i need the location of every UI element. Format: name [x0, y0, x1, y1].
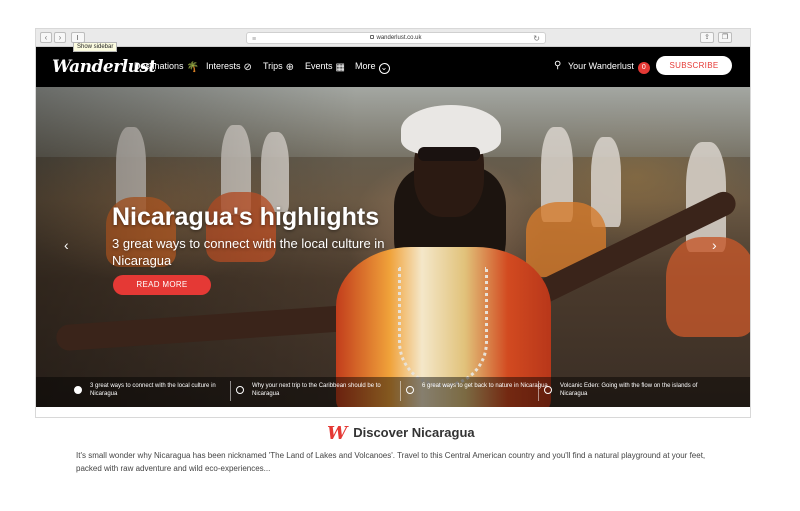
- divider: [400, 381, 401, 401]
- carousel-slide-4[interactable]: Volcanic Eden: Going with the flow on th…: [538, 381, 724, 403]
- calendar-icon: ▦: [335, 62, 345, 73]
- lock-icon: [370, 35, 375, 40]
- slide-indicator: [544, 386, 552, 394]
- carousel-slide-strip: 3 great ways to connect with the local c…: [36, 377, 750, 407]
- slide-label: Why your next trip to the Caribbean shou…: [252, 383, 381, 397]
- carousel-slide-1[interactable]: 3 great ways to connect with the local c…: [74, 381, 234, 403]
- wanderlust-w-icon: W: [327, 423, 348, 444]
- back-button[interactable]: ‹: [40, 32, 52, 43]
- sunglasses: [418, 147, 480, 161]
- carousel-next-icon[interactable]: ›: [712, 237, 717, 253]
- slide-indicator: [406, 386, 414, 394]
- hero-subtitle: 3 great ways to connect with the local c…: [112, 236, 385, 268]
- notification-badge: 0: [637, 62, 650, 74]
- your-wanderlust-label: Your Wanderlust: [568, 61, 634, 71]
- browser-toolbar: ‹ › ≡ wanderlust.co.uk ↻ ⇪ ❐: [36, 29, 750, 47]
- nav-label: More: [355, 61, 376, 71]
- section-heading: W Discover Nicaragua: [327, 423, 475, 444]
- search-icon[interactable]: ⚲: [554, 60, 561, 71]
- slide-label: 3 great ways to connect with the local c…: [90, 383, 216, 397]
- subscribe-button[interactable]: SUBSCRIBE: [656, 56, 732, 75]
- compass-icon: ⊘: [243, 62, 252, 73]
- address-bar[interactable]: ≡ wanderlust.co.uk ↻: [246, 32, 546, 44]
- globe-icon: ⊕: [285, 62, 295, 73]
- nav-label: Interests: [206, 61, 241, 71]
- tooltip: Show sidebar: [73, 42, 118, 52]
- carousel-slide-3[interactable]: 6 great ways to get back to nature in Ni…: [400, 381, 566, 403]
- nav-interests[interactable]: Interests ⊘: [206, 61, 252, 73]
- slide-indicator: [236, 386, 244, 394]
- nav-label: Destinations: [134, 61, 184, 71]
- carousel-slide-2[interactable]: Why your next trip to the Caribbean shou…: [230, 381, 396, 403]
- slide-label: 6 great ways to get back to nature in Ni…: [422, 383, 548, 389]
- palm-tree-icon: 🌴: [186, 62, 199, 73]
- tabs-icon[interactable]: ❐: [718, 32, 732, 43]
- your-wanderlust-link[interactable]: Your Wanderlust 0: [568, 61, 650, 74]
- section-body: It's small wonder why Nicaragua has been…: [76, 451, 706, 473]
- reload-icon[interactable]: ↻: [533, 33, 540, 44]
- slide-indicator: [74, 386, 82, 394]
- nav-events[interactable]: Events ▦: [305, 61, 345, 73]
- nav-label: Trips: [263, 61, 283, 71]
- chevron-down-icon: ⌄: [378, 63, 390, 74]
- hero-title: Nicaragua's highlights: [112, 203, 380, 231]
- site-header: Wanderlust Destinations 🌴 Interests ⊘ Trip…: [36, 47, 750, 87]
- divider: [230, 381, 231, 401]
- reader-icon[interactable]: ≡: [252, 34, 256, 45]
- slide-label: Volcanic Eden: Going with the flow on th…: [560, 383, 698, 397]
- nav-more[interactable]: More ⌄: [355, 61, 390, 74]
- nav-destinations[interactable]: Destinations 🌴: [134, 61, 199, 73]
- share-icon[interactable]: ⇪: [700, 32, 714, 43]
- hero-carousel: ‹ › Nicaragua's highlights 3 great ways …: [36, 87, 750, 407]
- necklace: [398, 267, 488, 387]
- nav-trips[interactable]: Trips ⊕: [263, 61, 294, 73]
- forward-button[interactable]: ›: [54, 32, 66, 43]
- carousel-prev-icon[interactable]: ‹: [64, 237, 69, 253]
- read-more-button[interactable]: READ MORE: [113, 275, 211, 295]
- url-text: wanderlust.co.uk: [376, 35, 422, 41]
- browser-window: ‹ › ≡ wanderlust.co.uk ↻ ⇪ ❐ Show sideba…: [35, 28, 751, 418]
- divider: [538, 381, 539, 401]
- section-heading-text: Discover Nicaragua: [353, 425, 475, 440]
- nav-label: Events: [305, 61, 333, 71]
